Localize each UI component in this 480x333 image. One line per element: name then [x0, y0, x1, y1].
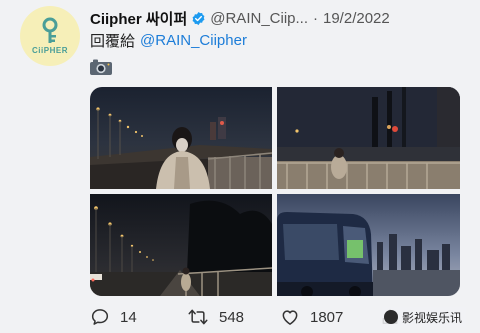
tweet-header: Ciipher 싸이퍼 @RAIN_Ciip... · 19/2/2022 [90, 8, 468, 28]
watermark-logo-icon [383, 310, 398, 324]
watermark: 影视娱乐讯 [381, 307, 466, 327]
tweet-card: CiiPHER Ciipher 싸이퍼 @RAIN_Ciip... · 19/2… [0, 0, 480, 333]
reply-count: 14 [120, 308, 137, 326]
avatar-brand-text: CiiPHER [32, 46, 68, 55]
key-logo-icon [42, 17, 58, 43]
retweet-button[interactable]: 548 [187, 306, 244, 328]
header-separator: · [313, 9, 318, 27]
watermark-text: 影视娱乐讯 [401, 310, 462, 325]
retweet-icon [188, 309, 208, 325]
reply-context: 回覆給 @RAIN_Ciipher [90, 30, 247, 50]
verified-badge-icon [192, 11, 205, 25]
tweet-date[interactable]: 19/2/2022 [323, 10, 390, 27]
display-name[interactable]: Ciipher 싸이퍼 [90, 8, 187, 29]
photo-grid [90, 87, 460, 296]
retweet-count: 548 [219, 308, 245, 326]
reply-prefix: 回覆給 [90, 32, 136, 50]
avatar[interactable]: CiiPHER [20, 6, 80, 66]
like-count: 1807 [310, 308, 344, 326]
heart-icon [282, 310, 298, 325]
photo-city-night-railing[interactable] [277, 87, 460, 189]
reply-icon [91, 309, 109, 325]
reply-mention-link[interactable]: @RAIN_Ciipher [140, 32, 247, 49]
photo-bus-city-skyline[interactable] [277, 194, 460, 296]
photo-night-bridge-person[interactable] [90, 87, 272, 189]
camera-icon [90, 59, 112, 75]
photo-street-lights-road[interactable] [90, 194, 272, 296]
user-handle[interactable]: @RAIN_Ciip... [210, 10, 308, 27]
like-button[interactable]: 1807 [280, 306, 343, 328]
reply-button[interactable]: 14 [90, 306, 137, 328]
